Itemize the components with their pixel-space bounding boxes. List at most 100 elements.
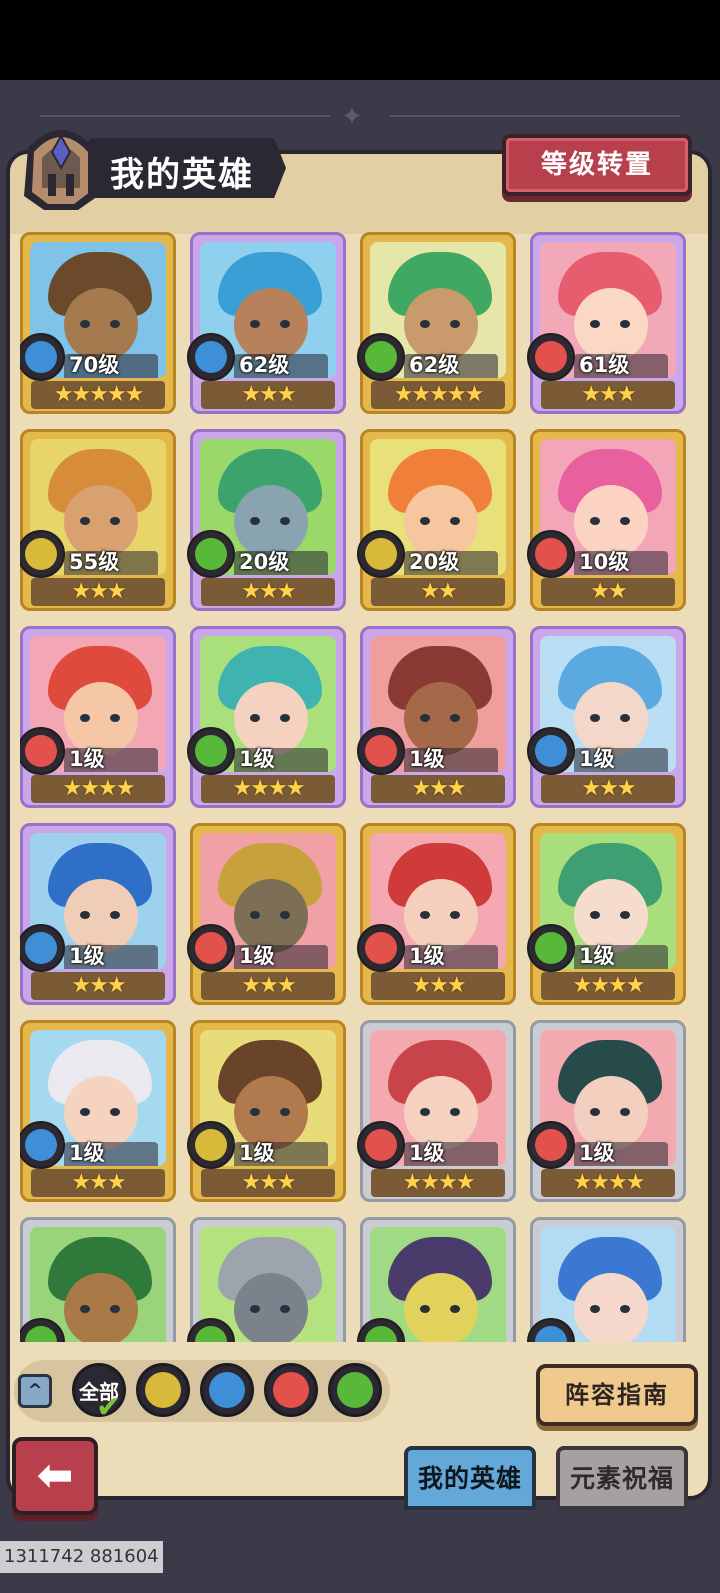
hero-eye (450, 1108, 460, 1116)
hero-card[interactable]: 1级 ★★★ (357, 823, 516, 1005)
hero-card[interactable]: 1级 ★★★★ (527, 823, 686, 1005)
element-icon-fill (535, 735, 567, 767)
checkmark-icon: ✔ (96, 1390, 122, 1425)
hero-eye (80, 320, 90, 328)
hero-card[interactable]: 20级 ★★ (357, 429, 516, 611)
hero-card[interactable]: 1级 ★★★★ (20, 626, 176, 808)
hero-level: 1级 (409, 747, 445, 771)
hero-card[interactable]: 1级 ★★★ (357, 626, 516, 808)
hero-eye (110, 517, 120, 525)
water-element-icon (209, 1372, 245, 1408)
wood-element-icon (337, 1372, 373, 1408)
element-icon-fill (25, 1326, 57, 1342)
lineup-guide-button[interactable]: 阵容指南 (536, 1364, 698, 1426)
hero-card[interactable]: 1级 ★★★ (527, 626, 686, 808)
hero-eye (590, 320, 600, 328)
hero-level: 1级 (69, 1141, 105, 1165)
level-transfer-button[interactable]: 等级转置 (502, 134, 692, 196)
hero-eye (80, 1108, 90, 1116)
hero-card[interactable]: 61级 ★★★ (527, 232, 686, 414)
hero-card[interactable]: 70级 ★★★★★ (20, 232, 176, 414)
hero-stars: ★★★ (31, 972, 165, 1000)
hero-card[interactable]: 62级 ★★★★★ (357, 232, 516, 414)
hero-grid: 70级 ★★★★★ 62级 ★★★ 62级 ★★★★★ 61级 ★★★ 55级 ★★★ 20级 ★★★… (20, 232, 692, 1342)
back-button[interactable]: ⬅ (12, 1437, 98, 1515)
hero-stars: ★★★★★ (31, 381, 165, 409)
hero-level: 1级 (239, 1141, 275, 1165)
hero-card[interactable] (20, 1217, 176, 1342)
hero-eye (110, 1108, 120, 1116)
hero-level: 1级 (239, 944, 275, 968)
hero-level: 1级 (579, 1141, 615, 1165)
hero-card[interactable]: 1级 ★★★ (187, 823, 346, 1005)
hero-eye (250, 320, 260, 328)
hero-eye (80, 714, 90, 722)
hero-card[interactable] (187, 1217, 346, 1342)
element-icon-fill (365, 341, 397, 373)
hero-card[interactable]: 1级 ★★★★ (187, 626, 346, 808)
tab-element-blessing[interactable]: 元素祝福 (556, 1446, 688, 1510)
hero-eye (80, 1305, 90, 1313)
filter-water-button[interactable] (200, 1363, 254, 1417)
hero-card[interactable]: 1级 ★★★ (187, 1020, 346, 1202)
hero-level: 1级 (579, 747, 615, 771)
element-icon-fill (535, 538, 567, 570)
wood-element-icon (187, 530, 235, 578)
element-icon-fill (25, 341, 57, 373)
hero-eye (250, 1305, 260, 1313)
fire-element-icon (527, 333, 575, 381)
hero-stars: ★★★ (31, 578, 165, 606)
hero-eye (420, 517, 430, 525)
hero-eye (590, 911, 600, 919)
wood-element-icon (357, 333, 405, 381)
hero-eye (620, 714, 630, 722)
fire-element-icon (273, 1372, 309, 1408)
hero-stars: ★★★ (371, 972, 505, 1000)
hero-stars: ★★★ (201, 381, 335, 409)
hero-level: 20级 (409, 550, 460, 574)
element-icon-fill (195, 1129, 227, 1161)
element-icon-fill (195, 735, 227, 767)
hero-stars: ★★★★ (371, 1169, 505, 1197)
hero-card[interactable]: 10级 ★★ (527, 429, 686, 611)
watermark: 1311742 881604 (0, 1541, 163, 1573)
element-icon-fill (25, 538, 57, 570)
hero-level: 1级 (239, 747, 275, 771)
element-icon-fill (365, 735, 397, 767)
hero-card[interactable]: 1级 ★★★★ (527, 1020, 686, 1202)
element-icon-fill (25, 932, 57, 964)
hero-stars: ★★ (371, 578, 505, 606)
hero-level: 1级 (409, 1141, 445, 1165)
hero-card[interactable]: 62级 ★★★ (187, 232, 346, 414)
hero-face (574, 1273, 648, 1342)
hero-eye (250, 517, 260, 525)
hero-eye (110, 1305, 120, 1313)
hero-card[interactable]: 1级 ★★★ (20, 823, 176, 1005)
hero-eye (590, 714, 600, 722)
collapse-toggle-button[interactable]: ^ (18, 1374, 52, 1408)
hero-card[interactable] (527, 1217, 686, 1342)
hero-level: 61级 (579, 353, 630, 377)
hero-stars: ★★ (541, 578, 675, 606)
hero-eye (620, 1305, 630, 1313)
hero-level: 1级 (579, 944, 615, 968)
hero-card[interactable] (357, 1217, 516, 1342)
hero-card[interactable]: 1级 ★★★★ (357, 1020, 516, 1202)
hero-stars: ★★★ (371, 775, 505, 803)
tab-my-heroes[interactable]: 我的英雄 (404, 1446, 536, 1510)
filter-fire-button[interactable] (264, 1363, 318, 1417)
hero-eye (590, 517, 600, 525)
hero-eye (420, 911, 430, 919)
decor-line (390, 115, 680, 117)
earth-element-icon (145, 1372, 181, 1408)
element-icon-fill (365, 538, 397, 570)
hero-card[interactable]: 20级 ★★★ (187, 429, 346, 611)
filter-wood-button[interactable] (328, 1363, 382, 1417)
element-icon-fill (535, 1129, 567, 1161)
hero-eye (280, 517, 290, 525)
hero-eye (620, 911, 630, 919)
hero-card[interactable]: 55级 ★★★ (20, 429, 176, 611)
hero-card[interactable]: 1级 ★★★ (20, 1020, 176, 1202)
hero-eye (280, 1108, 290, 1116)
filter-earth-button[interactable] (136, 1363, 190, 1417)
